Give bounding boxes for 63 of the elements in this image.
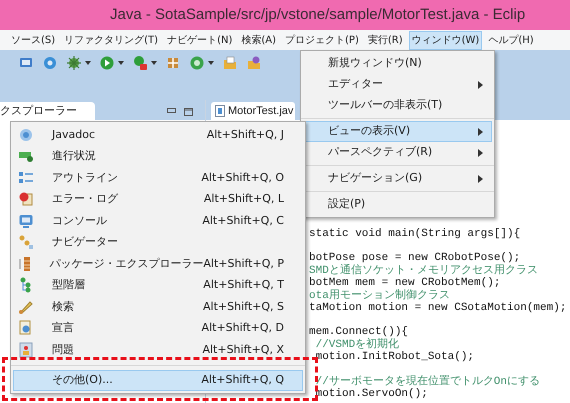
menu-option[interactable]: アウトライン Alt+Shift+Q, O [13, 167, 303, 188]
menu-option[interactable]: ナビゲーション(G) [303, 168, 492, 189]
submenu-arrow-icon [478, 128, 483, 136]
menu-item[interactable]: ウィンドウ(W) [408, 30, 482, 50]
menu-item[interactable]: 検索(A) [238, 30, 280, 50]
menu-option[interactable]: ナビゲーター [13, 232, 303, 253]
menu-item[interactable]: プロジェクト(P) [282, 30, 362, 50]
menu-option[interactable]: 検索 Alt+Shift+Q, S [13, 296, 303, 318]
menu-option[interactable]: 問題 Alt+Shift+Q, X [13, 339, 303, 360]
submenu-arrow-icon [478, 174, 483, 182]
menu-option[interactable]: その他(O)... Alt+Shift+Q, Q [13, 370, 303, 391]
toolbar-icon[interactable] [222, 55, 238, 71]
view-icon [18, 298, 34, 315]
code-comment: //VSMDを初期化 [314, 338, 400, 351]
menu-option[interactable]: エラー・ログ Alt+Shift+Q, L [13, 188, 303, 210]
menu-option[interactable]: ツールバーの非表示(T) [303, 95, 492, 116]
caret-icon[interactable] [85, 61, 91, 65]
code-line: botMem mem = new CRobotMem(); [309, 277, 502, 290]
code-comment: SMDと通信ソケット・メモリアクセス用クラス [309, 264, 539, 277]
code-line: botPose pose = new CRobotPose(); [309, 252, 522, 264]
code-line: taMotion motion = new CSotaMotion(mem); [309, 302, 568, 314]
code-line: mem.Connect()){ [309, 326, 410, 338]
code-line: motion.ServoOn(); [314, 388, 429, 400]
menu-option[interactable]: エディター [303, 74, 492, 95]
explorer-tab[interactable]: クスプローラー [0, 102, 95, 120]
menu-option[interactable]: Javadoc Alt+Shift+Q, J [13, 124, 303, 146]
maximize-icon[interactable] [184, 108, 193, 116]
menu-option[interactable]: 新規ウィンドウ(N) [303, 53, 492, 74]
menu-item[interactable]: ナビゲート(N) [164, 30, 236, 50]
code-comment: ota用モーション制御クラス [309, 290, 451, 302]
caret-icon[interactable] [208, 61, 214, 65]
menu-item[interactable]: リファクタリング(T) [61, 30, 162, 50]
code-line: motion.InitRobot_Sota(); [314, 351, 476, 364]
window-title: Java - SotaSample/src/jp/vstone/sample/MotorTest.java - Eclip [110, 4, 526, 25]
menu-option[interactable]: パッケージ・エクスプローラーAlt+Shift+Q, P [13, 253, 303, 274]
menu-option[interactable]: 進行状況 [13, 146, 303, 167]
menu-item[interactable]: ヘルプ(H) [485, 30, 537, 50]
view-icon [18, 170, 34, 186]
menu-option[interactable]: ビューの表示(V) [303, 121, 492, 142]
menu-option[interactable]: 設定(P) [303, 194, 492, 215]
menu-option[interactable]: コンソール Alt+Shift+Q, C [13, 210, 303, 232]
editor-tab[interactable]: MotorTest.jav [211, 102, 296, 120]
submenu-arrow-icon [478, 80, 483, 88]
toolbar-icon[interactable] [42, 55, 58, 71]
view-icon [18, 191, 34, 208]
view-icon [18, 342, 34, 358]
java-file-icon [215, 105, 225, 117]
menu-option[interactable]: 宣言 Alt+Shift+Q, D [13, 318, 303, 339]
menu-item[interactable]: ソース(S) [8, 30, 58, 50]
view-icon [18, 212, 34, 229]
toolbar-icon[interactable] [165, 55, 181, 71]
caret-icon[interactable] [118, 61, 124, 65]
menu-option[interactable]: パースペクティブ(R) [303, 142, 492, 163]
minimize-icon[interactable] [167, 108, 176, 116]
menu-item[interactable]: 実行(R) [364, 30, 406, 50]
caret-icon[interactable] [151, 61, 157, 65]
toolbar-icon[interactable] [246, 55, 262, 71]
view-icon [18, 126, 34, 143]
view-icon [18, 234, 34, 250]
code-comment: //サーボモータを現在位置でトルクOnにする [314, 376, 542, 388]
submenu-arrow-icon [478, 148, 483, 156]
menu-option[interactable]: 型階層 Alt+Shift+Q, T [13, 274, 303, 296]
code-line: static void main(String args[]){ [309, 228, 522, 240]
